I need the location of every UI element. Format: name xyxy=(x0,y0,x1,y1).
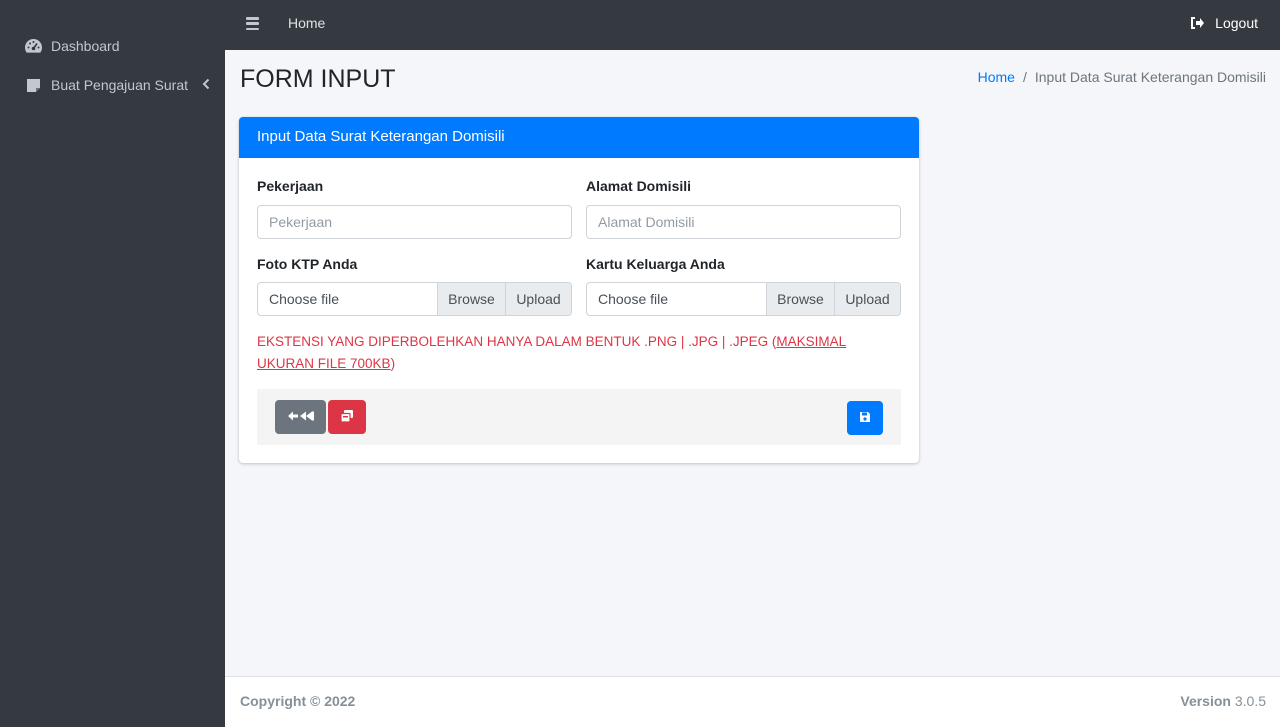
sidebar-item-label: Buat Pengajuan Surat xyxy=(51,77,188,93)
sidebar-item-dashboard[interactable]: Dashboard xyxy=(24,35,210,57)
logout-button[interactable]: Logout xyxy=(1190,15,1258,31)
alamat-domisili-label: Alamat Domisili xyxy=(586,178,692,194)
sidebar: Dashboard Buat Pengajuan Surat xyxy=(0,0,225,727)
tachometer-icon xyxy=(24,38,43,55)
fast-backward-icon xyxy=(287,409,315,425)
breadcrumb-home-link[interactable]: Home xyxy=(978,69,1015,85)
breadcrumb-separator: / xyxy=(1022,69,1027,85)
version-text: Version 3.0.5 xyxy=(1180,693,1266,709)
sign-out-icon xyxy=(1190,17,1205,29)
page-footer: Copyright © 2022 Version 3.0.5 xyxy=(225,676,1280,727)
kartu-keluarga-choose-file[interactable]: Choose file xyxy=(587,283,766,315)
file-extension-warning: EKSTENSI YANG DIPERBOLEHKAN HANYA DALAM … xyxy=(257,331,897,375)
version-label: Version xyxy=(1180,693,1231,709)
sticky-note-icon xyxy=(24,77,43,94)
sidebar-item-label: Dashboard xyxy=(51,38,120,54)
kartu-keluarga-upload-button[interactable]: Upload xyxy=(834,283,900,315)
page-title: FORM INPUT xyxy=(240,65,396,93)
card-header: Input Data Surat Keterangan Domisili xyxy=(239,117,919,158)
foto-ktp-file-input[interactable]: Choose file Browse Upload xyxy=(257,282,572,316)
foto-ktp-label: Foto KTP Anda xyxy=(257,256,358,272)
back-button[interactable] xyxy=(275,400,326,434)
kartu-keluarga-browse-button[interactable]: Browse xyxy=(766,283,834,315)
kartu-keluarga-label: Kartu Keluarga Anda xyxy=(586,256,725,272)
clone-icon xyxy=(340,409,354,426)
breadcrumb: Home / Input Data Surat Keterangan Domis… xyxy=(978,69,1266,85)
pekerjaan-label: Pekerjaan xyxy=(257,178,324,194)
chevron-left-icon xyxy=(202,77,210,93)
card-footer xyxy=(257,389,901,445)
foto-ktp-browse-button[interactable]: Browse xyxy=(437,283,505,315)
sidebar-item-buat-pengajuan-surat[interactable]: Buat Pengajuan Surat xyxy=(24,74,210,96)
nav-home-link[interactable]: Home xyxy=(288,15,325,31)
foto-ktp-upload-button[interactable]: Upload xyxy=(505,283,571,315)
pekerjaan-input[interactable] xyxy=(257,205,572,239)
copyright-text: Copyright © 2022 xyxy=(240,693,356,709)
alamat-domisili-input[interactable] xyxy=(586,205,901,239)
logout-label: Logout xyxy=(1215,15,1258,31)
top-navbar: Home Logout xyxy=(225,0,1280,50)
kartu-keluarga-file-input[interactable]: Choose file Browse Upload xyxy=(586,282,901,316)
reset-button[interactable] xyxy=(328,400,366,434)
hamburger-menu-icon[interactable] xyxy=(246,17,259,30)
version-value: 3.0.5 xyxy=(1234,693,1266,709)
breadcrumb-current: Input Data Surat Keterangan Domisili xyxy=(1034,69,1266,85)
warning-close: ) xyxy=(390,356,396,371)
save-icon xyxy=(859,410,871,426)
form-card: Input Data Surat Keterangan Domisili Pek… xyxy=(239,117,919,463)
save-button[interactable] xyxy=(847,401,883,435)
foto-ktp-choose-file[interactable]: Choose file xyxy=(258,283,437,315)
warning-text: EKSTENSI YANG DIPERBOLEHKAN HANYA DALAM … xyxy=(257,334,777,349)
